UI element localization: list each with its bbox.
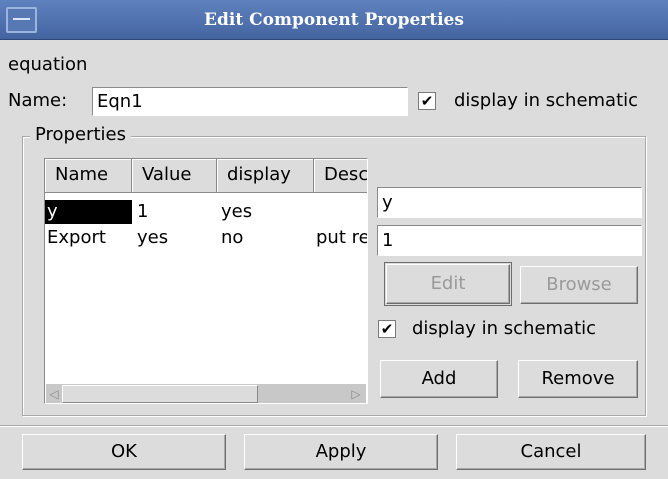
table-cell-name: Export [47, 227, 106, 248]
table-cell-value: 1 [137, 201, 149, 222]
display-in-schematic-label: display in schematic [454, 90, 639, 111]
window-title: Edit Component Properties [204, 10, 464, 30]
table-header: Name Value display Desc [45, 159, 367, 193]
table-cell-name: y [45, 200, 132, 224]
arrow-left-icon[interactable]: ◁ [46, 385, 62, 403]
table-cell-display: no [221, 227, 244, 248]
property-name-input[interactable] [377, 187, 642, 218]
properties-table[interactable]: Name Value display Desc y 1 yes Export y… [44, 158, 368, 404]
property-display-checkbox[interactable]: ✔ [378, 320, 396, 338]
table-row[interactable]: Export yes no put re [45, 226, 368, 250]
table-cell-description: put re [316, 227, 368, 248]
ok-button[interactable]: OK [22, 434, 226, 470]
properties-group-title: Properties [30, 124, 131, 146]
name-input[interactable] [92, 87, 408, 116]
edit-button[interactable]: Edit [384, 262, 512, 306]
check-icon: ✔ [380, 320, 394, 338]
column-header-name[interactable]: Name [45, 159, 132, 193]
arrow-right-icon[interactable]: ▷ [348, 385, 364, 403]
scrollbar-thumb[interactable] [62, 385, 258, 403]
property-display-label: display in schematic [412, 318, 597, 339]
remove-button[interactable]: Remove [518, 360, 638, 398]
table-row[interactable]: y 1 yes [45, 200, 367, 224]
column-header-value[interactable]: Value [132, 159, 217, 193]
property-value-input[interactable] [377, 225, 642, 256]
cancel-button[interactable]: Cancel [456, 434, 646, 470]
separator [0, 425, 668, 427]
display-in-schematic-checkbox[interactable]: ✔ [418, 92, 436, 110]
column-header-display[interactable]: display [217, 159, 314, 193]
horizontal-scrollbar[interactable]: ◁ ▷ [46, 384, 366, 403]
add-button[interactable]: Add [380, 360, 498, 398]
apply-button[interactable]: Apply [244, 434, 438, 470]
check-icon: ✔ [420, 92, 434, 110]
table-cell-value: yes [137, 227, 169, 248]
column-header-description[interactable]: Desc [314, 159, 367, 193]
name-label: Name: [8, 90, 68, 111]
table-cell-description [314, 200, 367, 224]
browse-button[interactable]: Browse [520, 266, 638, 304]
table-cell-display: yes [221, 201, 253, 222]
component-type-label: equation [8, 54, 88, 75]
